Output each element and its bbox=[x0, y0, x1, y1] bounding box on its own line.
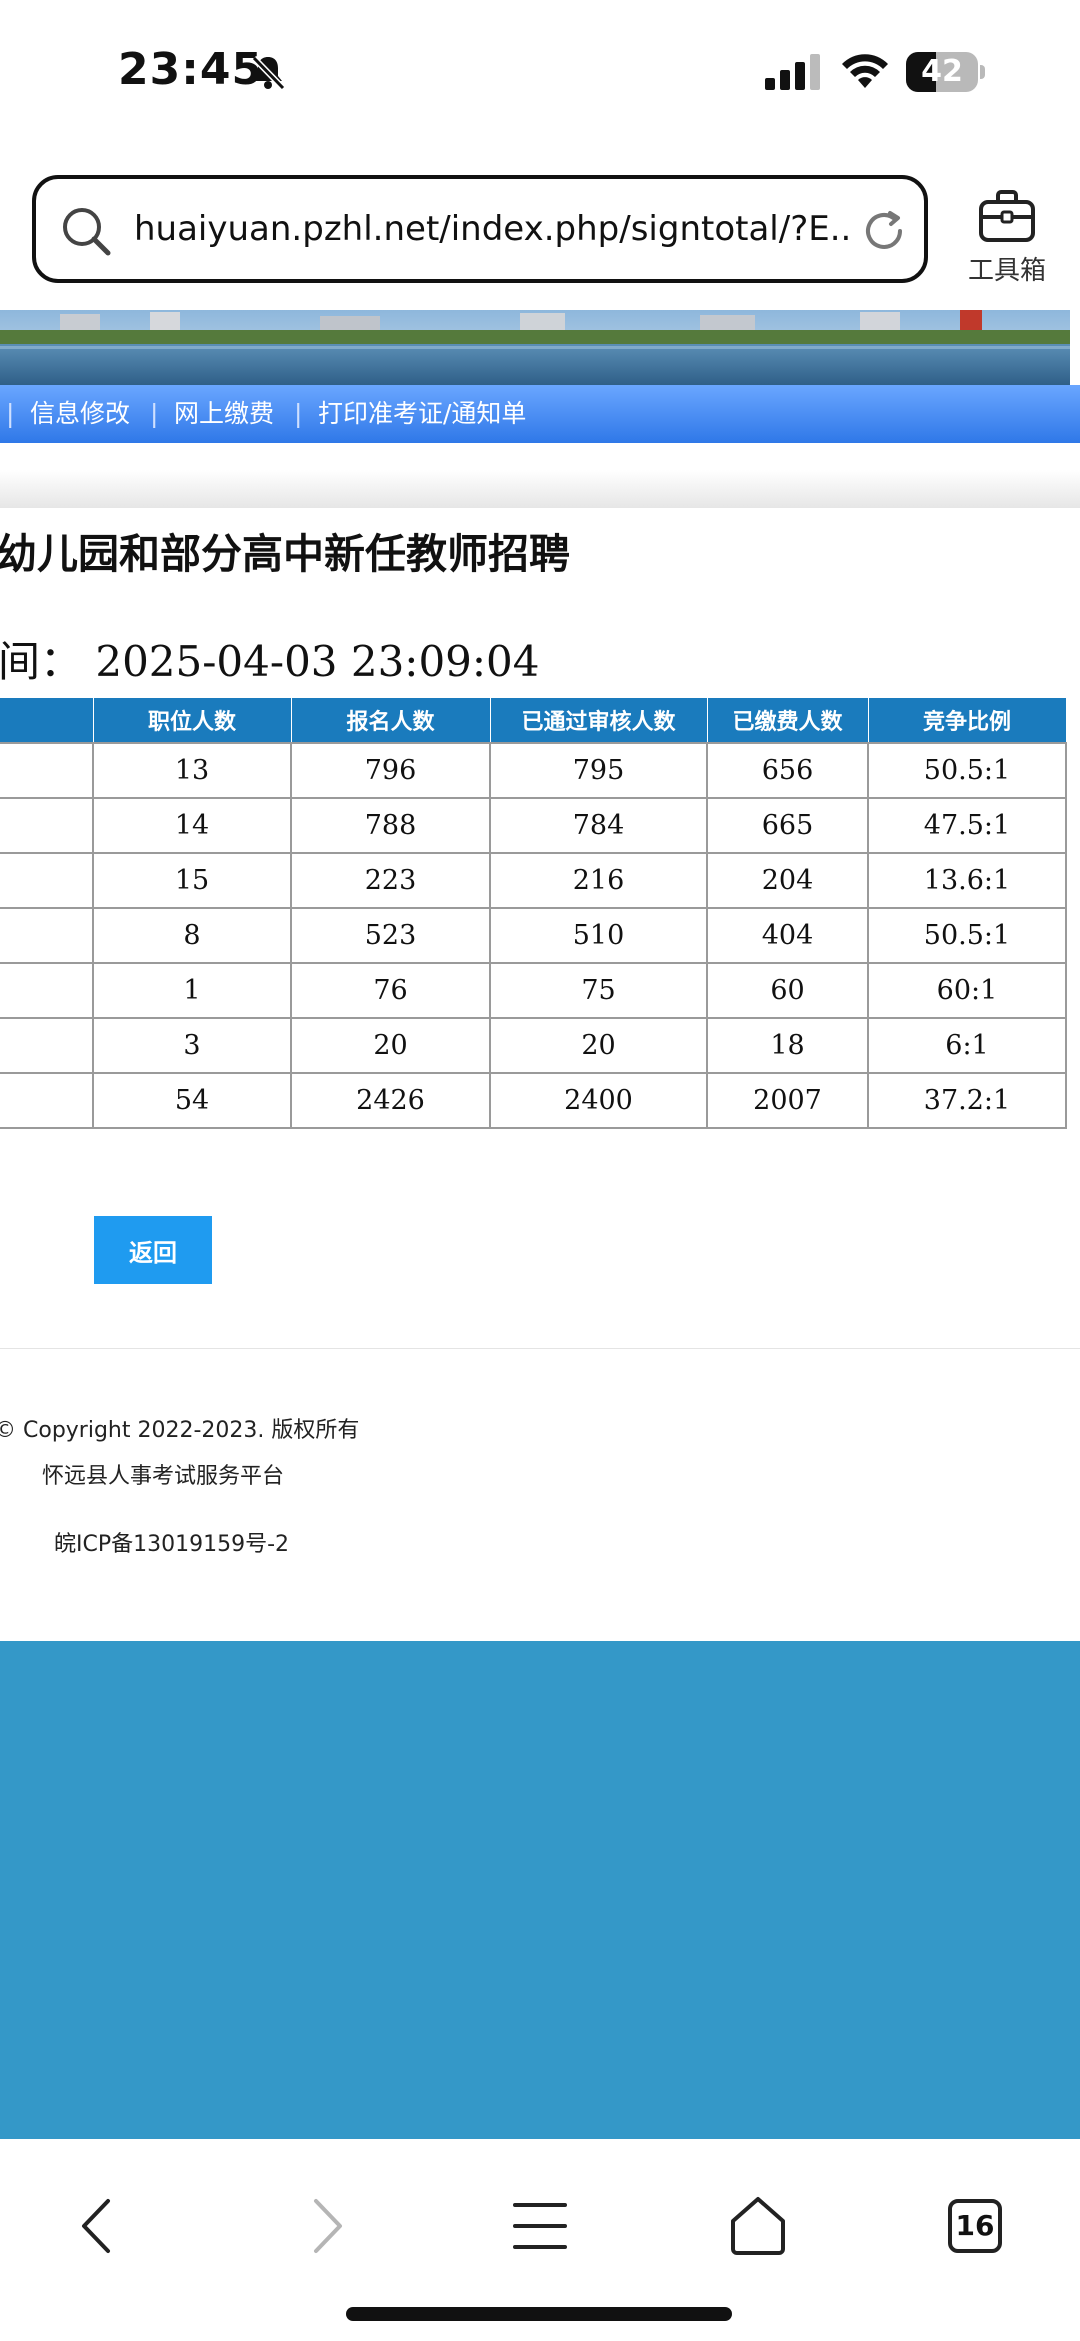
statistics-time: 间： 2025-04-03 23:09:04 bbox=[0, 637, 540, 686]
table-header-cell bbox=[0, 697, 94, 744]
table-cell: 2400 bbox=[489, 1072, 708, 1129]
home-indicator bbox=[346, 2307, 732, 2321]
table-cell: 523 bbox=[290, 907, 491, 964]
table-cell: 656 bbox=[706, 742, 869, 799]
table-cell: 60 bbox=[706, 962, 869, 1019]
home-icon[interactable] bbox=[723, 2191, 793, 2261]
table-header-cell: 已通过审核人数 bbox=[489, 697, 708, 744]
nav-item-online-payment[interactable]: 网上缴费 bbox=[174, 385, 274, 443]
table-cell: 60:1 bbox=[867, 962, 1067, 1019]
footer-copyright: © Copyright 2022-2023. 版权所有 bbox=[0, 1418, 360, 1443]
toolbox-label: 工具箱 bbox=[967, 256, 1046, 286]
toolbox-button[interactable]: 工具箱 bbox=[952, 188, 1062, 298]
table-cell: 6:1 bbox=[867, 1017, 1067, 1074]
table-row: 14 788 784 665 47.5:1 bbox=[0, 797, 1067, 854]
menu-icon[interactable] bbox=[505, 2191, 575, 2261]
footer-divider bbox=[0, 1348, 1080, 1349]
table-cell: 204 bbox=[706, 852, 869, 909]
table-row: 13 796 795 656 50.5:1 bbox=[0, 742, 1067, 799]
table-cell: 75 bbox=[489, 962, 708, 1019]
address-bar[interactable]: huaiyuan.pzhl.net/index.php/signtotal/?E… bbox=[32, 175, 928, 283]
table-cell: 47.5:1 bbox=[867, 797, 1067, 854]
table-cell: 13 bbox=[92, 742, 292, 799]
back-button[interactable]: 返回 bbox=[94, 1216, 212, 1284]
table-cell: 3 bbox=[92, 1017, 292, 1074]
table-row: 15 223 216 204 13.6:1 bbox=[0, 852, 1067, 909]
table-cell: 796 bbox=[290, 742, 491, 799]
table-cell: 665 bbox=[706, 797, 869, 854]
page-title: 幼儿园和部分高中新任教师招聘 bbox=[0, 530, 570, 578]
back-nav-icon[interactable] bbox=[64, 2191, 134, 2261]
gray-band bbox=[0, 470, 1080, 508]
url-text[interactable]: huaiyuan.pzhl.net/index.php/signtotal/?E… bbox=[134, 179, 854, 279]
table-cell: 15 bbox=[92, 852, 292, 909]
table-cell: 13.6:1 bbox=[867, 852, 1067, 909]
table-cell: 784 bbox=[489, 797, 708, 854]
toolbox-icon bbox=[979, 190, 1035, 242]
table-header-cell: 已缴费人数 bbox=[706, 697, 869, 744]
table-cell: 223 bbox=[290, 852, 491, 909]
table-row-total: 54 2426 2400 2007 37.2:1 bbox=[0, 1072, 1067, 1129]
table-cell: 788 bbox=[290, 797, 491, 854]
table-header-cell: 职位人数 bbox=[92, 697, 292, 744]
table-cell: 20 bbox=[489, 1017, 708, 1074]
table-cell: 20 bbox=[290, 1017, 491, 1074]
table-cell: 37.2:1 bbox=[867, 1072, 1067, 1129]
footer-blue-area bbox=[0, 1641, 1080, 2139]
nav-item-print-ticket[interactable]: 打印准考证/通知单 bbox=[318, 385, 526, 443]
table-header-cell: 报名人数 bbox=[290, 697, 491, 744]
table-cell: 50.5:1 bbox=[867, 907, 1067, 964]
table-header-cell: 竞争比例 bbox=[867, 697, 1067, 744]
table-row: 8 523 510 404 50.5:1 bbox=[0, 907, 1067, 964]
footer-platform-name: 怀远县人事考试服务平台 bbox=[42, 1464, 285, 1489]
battery-level: 42 bbox=[921, 54, 963, 89]
tabs-button[interactable]: 16 bbox=[940, 2191, 1010, 2261]
nav-bar: | 信息修改 | 网上缴费 | 打印准考证/通知单 bbox=[0, 385, 1080, 443]
table-cell: 2426 bbox=[290, 1072, 491, 1129]
tabs-count: 16 bbox=[955, 2209, 995, 2242]
table-cell: 216 bbox=[489, 852, 708, 909]
table-cell: 510 bbox=[489, 907, 708, 964]
table-row: 1 76 75 60 60:1 bbox=[0, 962, 1067, 1019]
table-cell: 14 bbox=[92, 797, 292, 854]
wifi-icon bbox=[842, 54, 888, 88]
forward-nav-icon[interactable] bbox=[290, 2191, 360, 2261]
city-banner-image bbox=[0, 310, 1070, 385]
table-header-row: 职位人数 报名人数 已通过审核人数 已缴费人数 竞争比例 bbox=[0, 697, 1067, 744]
battery-icon: 42 bbox=[906, 52, 985, 92]
search-icon bbox=[63, 208, 111, 256]
table-cell: 8 bbox=[92, 907, 292, 964]
table-cell: 404 bbox=[706, 907, 869, 964]
statistics-table: 职位人数 报名人数 已通过审核人数 已缴费人数 竞争比例 13 796 795 … bbox=[0, 697, 1067, 1129]
table-cell: 76 bbox=[290, 962, 491, 1019]
table-cell: 18 bbox=[706, 1017, 869, 1074]
cellular-signal-icon bbox=[765, 54, 820, 90]
reload-icon[interactable] bbox=[860, 207, 908, 255]
status-time: 23:45 bbox=[118, 44, 264, 95]
table-cell: 2007 bbox=[706, 1072, 869, 1129]
table-cell: 1 bbox=[92, 962, 292, 1019]
table-cell: 795 bbox=[489, 742, 708, 799]
table-cell: 54 bbox=[92, 1072, 292, 1129]
footer-icp: 皖ICP备13019159号-2 bbox=[54, 1532, 290, 1557]
bell-muted-icon bbox=[251, 55, 286, 91]
table-cell: 50.5:1 bbox=[867, 742, 1067, 799]
nav-item-info-edit[interactable]: 信息修改 bbox=[30, 385, 130, 443]
status-bar: 23:45 42 bbox=[0, 0, 1080, 150]
table-row: 3 20 20 18 6:1 bbox=[0, 1017, 1067, 1074]
